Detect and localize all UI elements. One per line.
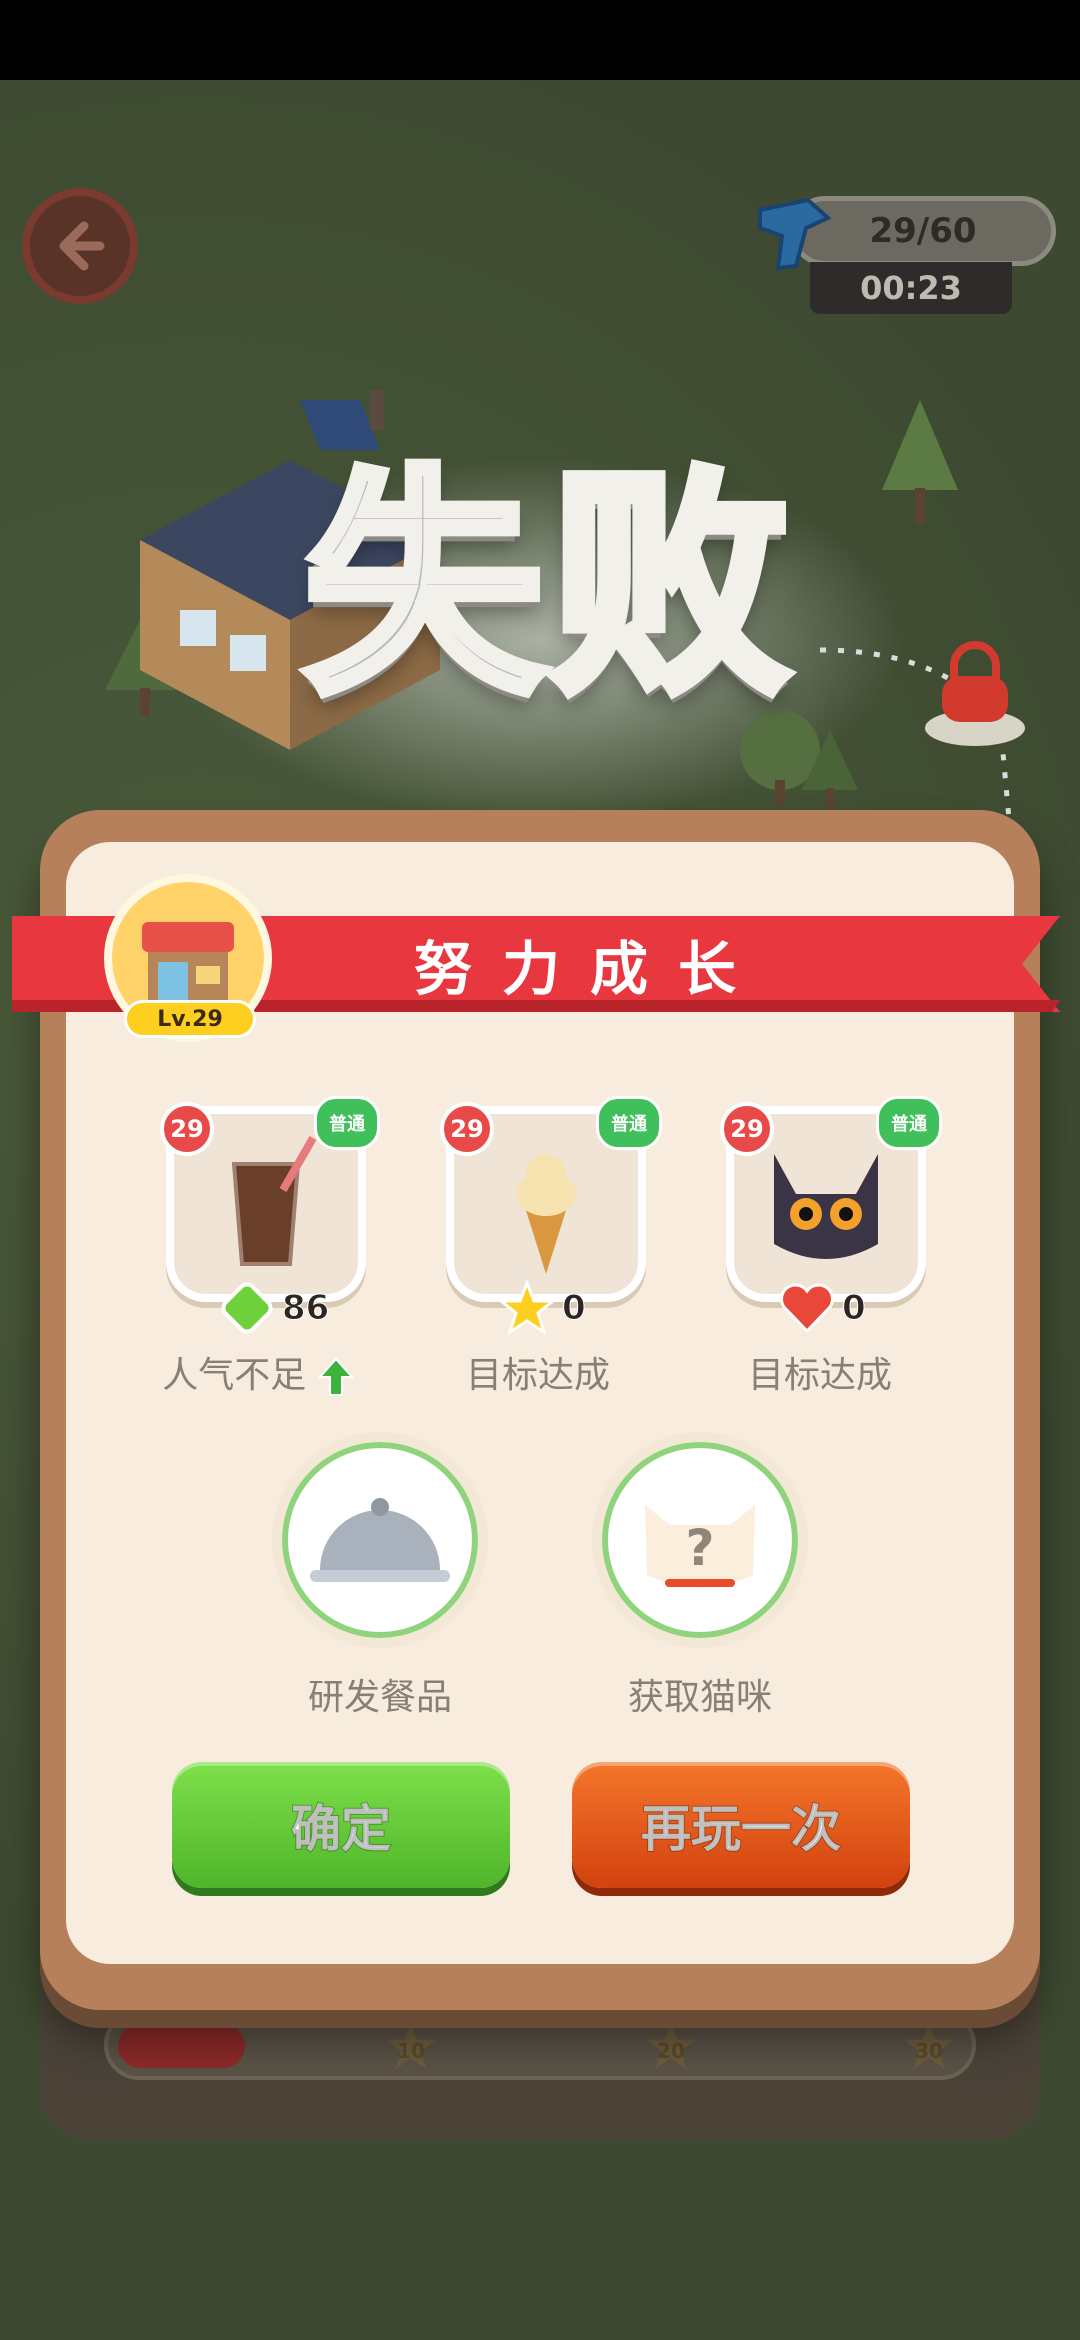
rarity-badge: 普通 bbox=[314, 1096, 380, 1150]
stat-value: 0 bbox=[562, 1288, 587, 1329]
level-progress-fill bbox=[118, 2024, 245, 2068]
stat-value: 86 bbox=[281, 1288, 330, 1329]
goal-stat: 0 bbox=[498, 1279, 587, 1336]
milestone-label: 20 bbox=[657, 2039, 685, 2063]
mystery-cat-icon: ? bbox=[645, 1505, 755, 1588]
tree-decoration bbox=[882, 400, 958, 524]
level-tag: Lv.29 bbox=[124, 1000, 256, 1038]
get-cat-button[interactable]: ? bbox=[592, 1432, 808, 1648]
timer: 00:23 bbox=[810, 262, 1012, 314]
rarity-badge: 普通 bbox=[596, 1096, 662, 1150]
level-indicator: 29 bbox=[720, 1102, 774, 1156]
heart-icon bbox=[779, 1283, 835, 1334]
card-label-text: 人气不足 bbox=[162, 1355, 307, 1396]
popularity-stat: 86 bbox=[218, 1280, 330, 1336]
level-indicator: 29 bbox=[160, 1102, 214, 1156]
star-icon bbox=[498, 1279, 556, 1336]
develop-dish-label: 研发餐品 bbox=[307, 1677, 452, 1718]
rarity-badge: 普通 bbox=[876, 1096, 942, 1150]
develop-dish-button[interactable] bbox=[272, 1432, 488, 1648]
level-indicator: 29 bbox=[440, 1102, 494, 1156]
up-arrow-icon bbox=[317, 1357, 354, 1396]
confirm-button[interactable]: 确定 bbox=[172, 1762, 510, 1888]
timer-text: 00:23 bbox=[860, 269, 962, 307]
result-title: 失败 bbox=[299, 441, 796, 731]
get-cat-label: 获取猫咪 bbox=[627, 1677, 772, 1718]
milestone-star-icon: ★ 30 bbox=[894, 2012, 964, 2082]
goal-stat: 0 bbox=[778, 1280, 866, 1336]
back-button[interactable] bbox=[22, 188, 138, 304]
card-label: 人气不足 bbox=[128, 1346, 388, 1398]
milestone-label: 10 bbox=[397, 2039, 425, 2063]
svg-text:?: ? bbox=[685, 1519, 714, 1577]
milestone-label: 30 bbox=[915, 2039, 943, 2063]
milestone-star-icon: ★ 10 bbox=[376, 2012, 446, 2082]
move-progress-text: 29/60 bbox=[869, 211, 977, 251]
card-label: 目标达成 bbox=[465, 1355, 610, 1396]
stat-value: 0 bbox=[842, 1288, 867, 1329]
milestone-star-icon: ★ 20 bbox=[636, 2012, 706, 2082]
green-gem-icon bbox=[221, 1282, 273, 1334]
status-bar bbox=[0, 0, 1080, 80]
card-label: 目标达成 bbox=[747, 1355, 892, 1396]
retry-button[interactable]: 再玩一次 bbox=[572, 1762, 910, 1888]
locked-node-icon bbox=[925, 641, 1025, 746]
cloche-icon bbox=[310, 1498, 450, 1582]
banner-text: 努力成长 bbox=[413, 935, 766, 1003]
back-arrow-icon bbox=[59, 221, 105, 271]
